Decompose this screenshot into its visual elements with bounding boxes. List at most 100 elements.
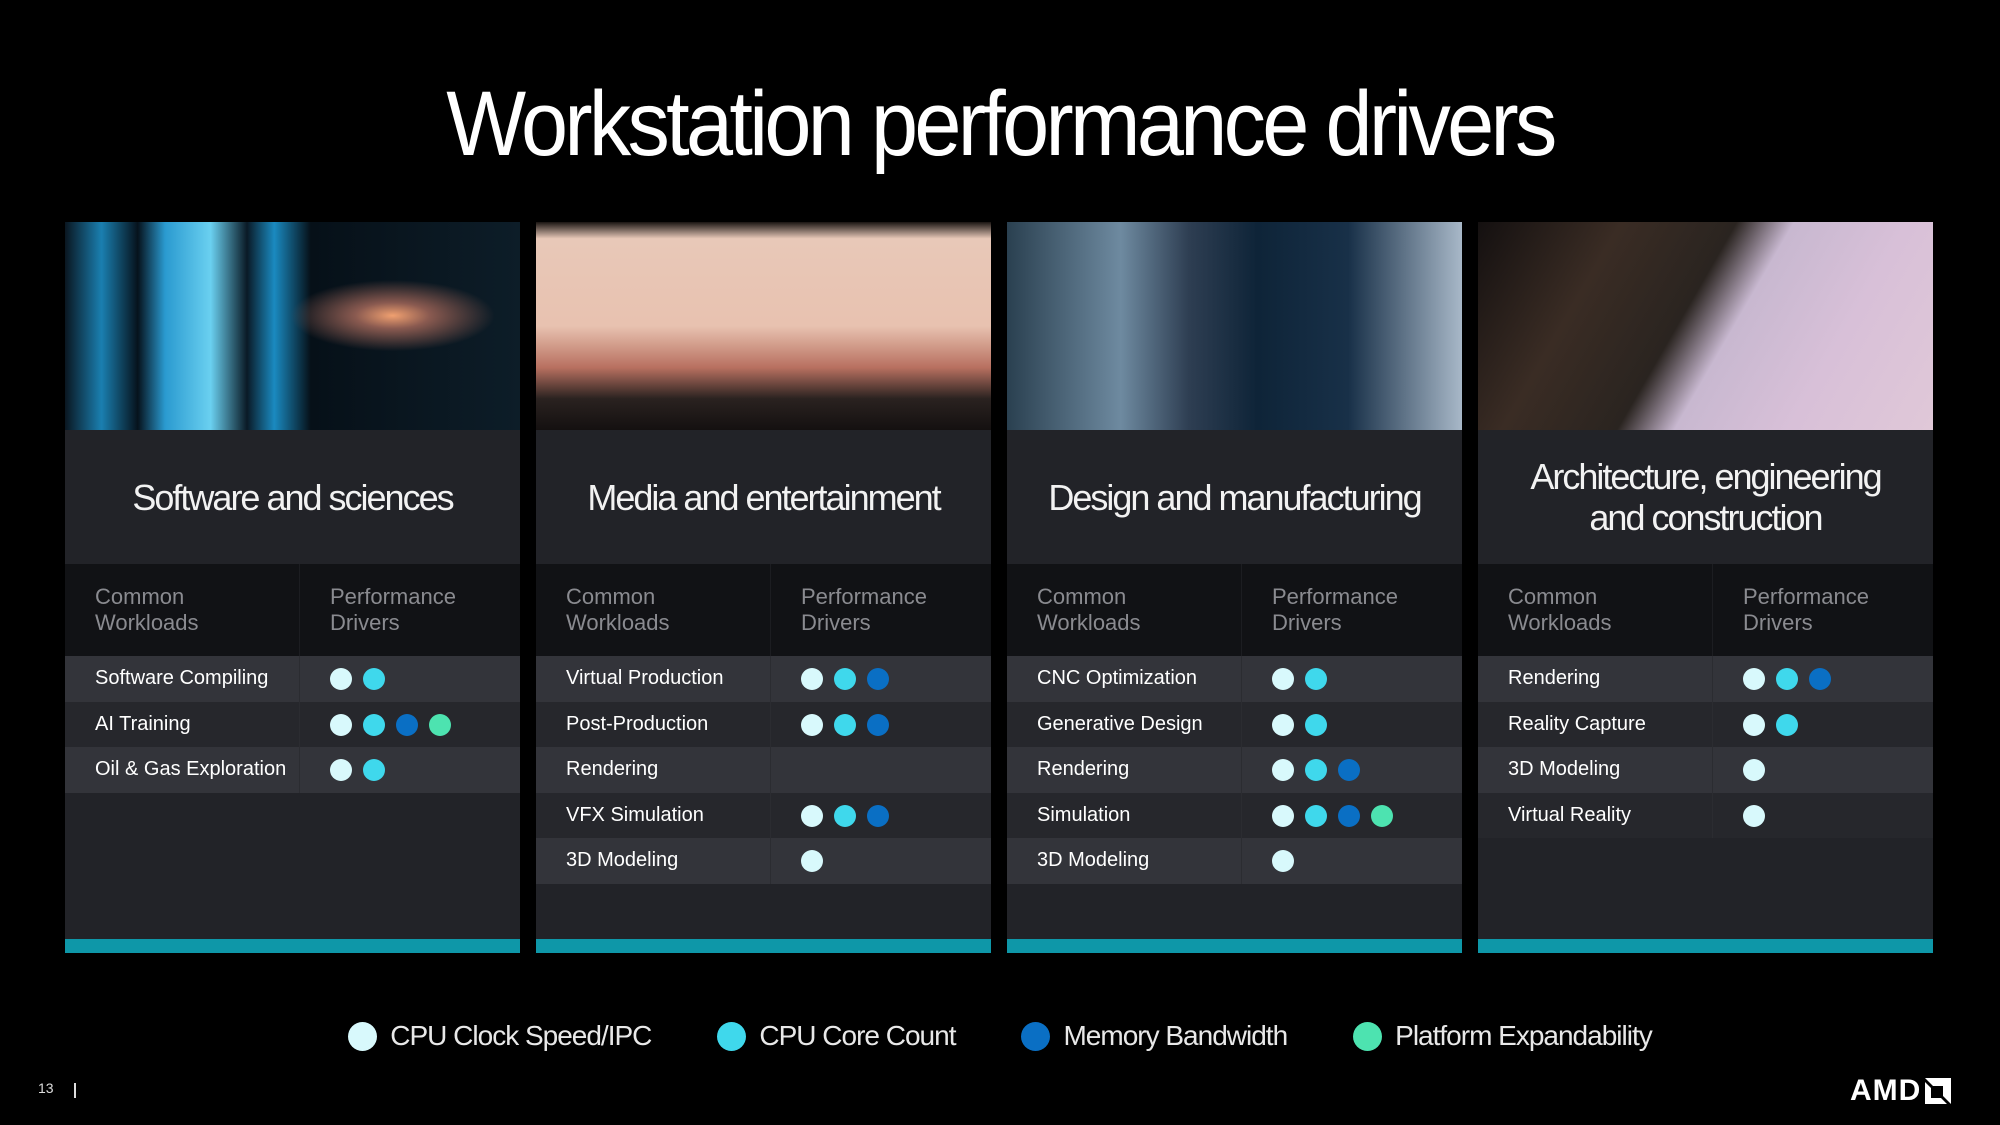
workloads-header: Common Workloads xyxy=(1037,584,1141,635)
driver-dots xyxy=(1272,668,1327,690)
drivers-header: Performance Drivers xyxy=(1272,584,1398,635)
virtual-production-stage-image xyxy=(536,222,991,430)
workload-row: Software Compiling xyxy=(65,656,520,702)
workload-name: Oil & Gas Exploration xyxy=(95,758,287,780)
clock-driver-dot xyxy=(1272,668,1294,690)
row-divider xyxy=(1241,747,1242,793)
driver-dots xyxy=(801,804,889,827)
workload-table: CNC Optimization Generative Design Renderi… xyxy=(1007,656,1462,884)
clock-driver-dot xyxy=(1272,759,1294,781)
workload-name: 3D Modeling xyxy=(566,849,679,871)
cores-driver-dot xyxy=(1305,804,1327,827)
row-divider xyxy=(299,701,300,747)
cores-driver-dot xyxy=(1776,713,1798,736)
workload-name: Virtual Reality xyxy=(1508,803,1632,826)
row-divider xyxy=(299,747,300,793)
construction-crane-image xyxy=(1478,222,1933,430)
row-divider xyxy=(1712,747,1713,793)
category-title: Design and manufacturing xyxy=(1048,476,1422,518)
driver-dots xyxy=(1743,668,1831,690)
memory-driver-dot xyxy=(1338,804,1360,827)
cores-driver-dot xyxy=(1305,759,1327,781)
workload-name: 3D Modeling xyxy=(1037,849,1150,871)
workload-row: VFX Simulation xyxy=(536,792,991,838)
workload-table: Virtual Production Post-Production Renderi… xyxy=(536,656,991,884)
drivers-header: Performance Drivers xyxy=(801,584,927,635)
workloads-header: Common Workloads xyxy=(566,584,670,635)
driver-dots xyxy=(801,713,889,736)
workload-row: Rendering xyxy=(1478,656,1933,702)
workload-name: Reality Capture xyxy=(1508,712,1646,735)
memory-driver-dot xyxy=(1809,668,1831,690)
workload-row: Reality Capture xyxy=(1478,701,1933,747)
workload-row: Rendering xyxy=(1007,747,1462,793)
memory-driver-dot xyxy=(867,804,889,827)
drivers-header: Performance Drivers xyxy=(330,584,456,635)
memory-driver-dot xyxy=(867,713,889,736)
driver-dots xyxy=(330,668,385,690)
workload-name: Virtual Production xyxy=(566,667,724,689)
cores-driver-dot xyxy=(363,713,385,736)
workloads-header: Common Workloads xyxy=(1508,584,1612,635)
column-divider xyxy=(299,564,300,656)
memory-driver-dot xyxy=(867,668,889,690)
clock-driver-dot xyxy=(1743,804,1765,827)
cores-driver-dot xyxy=(834,804,856,827)
driver-dots xyxy=(1272,850,1294,872)
driver-dots xyxy=(1272,713,1327,736)
legend-item-clock: CPU Clock Speed/IPC xyxy=(348,1020,652,1052)
driver-dots xyxy=(1743,713,1798,736)
legend-item-cores: CPU Core Count xyxy=(717,1020,956,1052)
cores-driver-dot xyxy=(363,668,385,690)
category-title: Media and entertainment xyxy=(587,476,941,518)
driver-dots xyxy=(1272,759,1360,781)
category-card: Software and sciences Common Workloads Per… xyxy=(65,222,520,953)
category-title: Architecture, engineering and constructi… xyxy=(1530,456,1882,538)
row-divider xyxy=(770,701,771,747)
row-divider xyxy=(1241,656,1242,702)
column-header: Common Workloads Performance Drivers xyxy=(536,564,991,656)
clock-driver-dot xyxy=(801,804,823,827)
clock-driver-dot xyxy=(330,759,352,781)
engineer-at-dual-monitors-image xyxy=(1007,222,1462,430)
clock-driver-dot xyxy=(801,668,823,690)
workload-name: Post-Production xyxy=(566,712,709,735)
row-divider xyxy=(1712,701,1713,747)
workload-row: 3D Modeling xyxy=(536,838,991,884)
row-divider xyxy=(770,792,771,838)
workload-row: 3D Modeling xyxy=(1478,747,1933,793)
workload-table: Software Compiling AI Training Oil & Gas E… xyxy=(65,656,520,793)
column-divider xyxy=(1241,564,1242,656)
cores-driver-dot xyxy=(834,668,856,690)
category-card: Media and entertainment Common Workloads P… xyxy=(536,222,991,953)
clock-driver-dot xyxy=(330,713,352,736)
workload-row: Virtual Reality xyxy=(1478,792,1933,838)
clock-driver-dot xyxy=(1743,668,1765,690)
clock-driver-dot xyxy=(1743,759,1765,781)
clock-driver-dot xyxy=(801,713,823,736)
memory-driver-dot xyxy=(396,713,418,736)
accent-bar xyxy=(65,939,520,953)
cores-driver-dot xyxy=(363,759,385,781)
workload-name: VFX Simulation xyxy=(566,803,704,826)
legend-label: Platform Expandability xyxy=(1395,1020,1653,1051)
page-number: 13 xyxy=(38,1080,54,1096)
clock-driver-dot xyxy=(1743,713,1765,736)
driver-dots xyxy=(1743,759,1765,781)
legend-item-memory: Memory Bandwidth xyxy=(1021,1020,1288,1052)
column-header: Common Workloads Performance Drivers xyxy=(1007,564,1462,656)
workload-name: 3D Modeling xyxy=(1508,758,1621,780)
driver-dots xyxy=(1743,804,1765,827)
workload-name: Rendering xyxy=(566,758,659,780)
workload-table: Rendering Reality Capture 3D Modeling Virtu… xyxy=(1478,656,1933,838)
workload-row: Generative Design xyxy=(1007,701,1462,747)
workload-name: Rendering xyxy=(1037,758,1130,780)
category-card: Design and manufacturing Common Workloads… xyxy=(1007,222,1462,953)
row-divider xyxy=(1712,792,1713,838)
amd-logo: AMD xyxy=(1850,1074,1952,1108)
category-card: Architecture, engineering and constructi… xyxy=(1478,222,1933,953)
legend-label: Memory Bandwidth xyxy=(1063,1020,1288,1051)
platform-driver-dot xyxy=(429,713,451,736)
workload-name: Software Compiling xyxy=(95,667,269,689)
column-divider xyxy=(770,564,771,656)
